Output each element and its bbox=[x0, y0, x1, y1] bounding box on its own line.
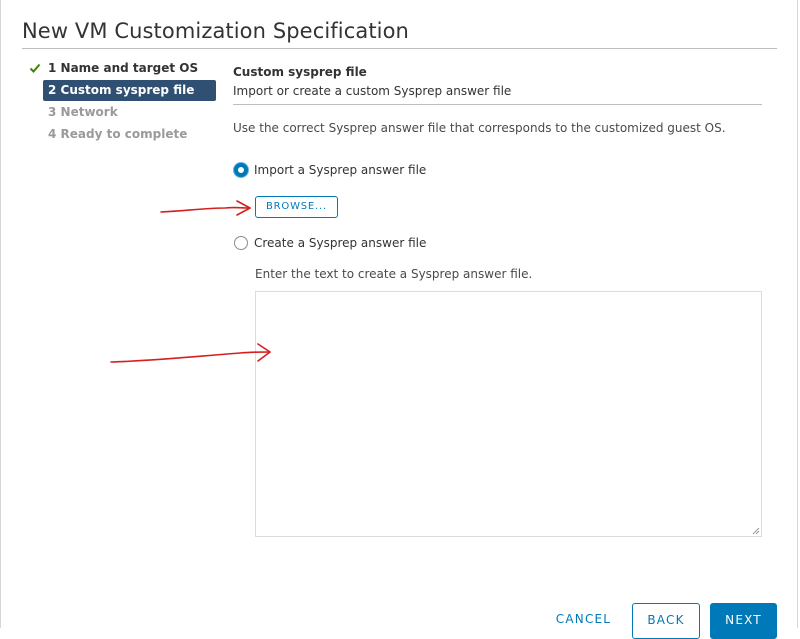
instructions-text: Use the correct Sysprep answer file that… bbox=[233, 121, 726, 135]
cancel-button[interactable]: CANCEL bbox=[545, 603, 622, 639]
title-divider bbox=[22, 48, 777, 49]
create-radio[interactable] bbox=[234, 236, 248, 250]
check-icon bbox=[29, 63, 41, 73]
section-divider bbox=[233, 104, 762, 105]
next-button[interactable]: NEXT bbox=[710, 603, 777, 639]
step-name-and-target-os[interactable]: 1 Name and target OS bbox=[43, 58, 216, 79]
step-ready-to-complete: 4 Ready to complete bbox=[48, 127, 188, 141]
create-radio-label[interactable]: Create a Sysprep answer file bbox=[254, 236, 426, 250]
step-custom-sysprep-file[interactable]: 2 Custom sysprep file bbox=[43, 80, 216, 101]
sysprep-answer-textarea[interactable] bbox=[255, 291, 762, 537]
browse-button[interactable]: BROWSE... bbox=[255, 196, 338, 218]
dialog-title: New VM Customization Specification bbox=[22, 19, 409, 43]
section-title: Custom sysprep file bbox=[233, 65, 367, 79]
section-subtitle: Import or create a custom Sysprep answer… bbox=[233, 84, 512, 98]
step-network: 3 Network bbox=[48, 105, 118, 119]
back-button[interactable]: BACK bbox=[632, 603, 700, 639]
import-radio[interactable] bbox=[234, 163, 248, 177]
import-radio-label[interactable]: Import a Sysprep answer file bbox=[254, 163, 426, 177]
resize-grip-icon[interactable] bbox=[752, 527, 760, 535]
create-hint-text: Enter the text to create a Sysprep answe… bbox=[255, 267, 533, 281]
